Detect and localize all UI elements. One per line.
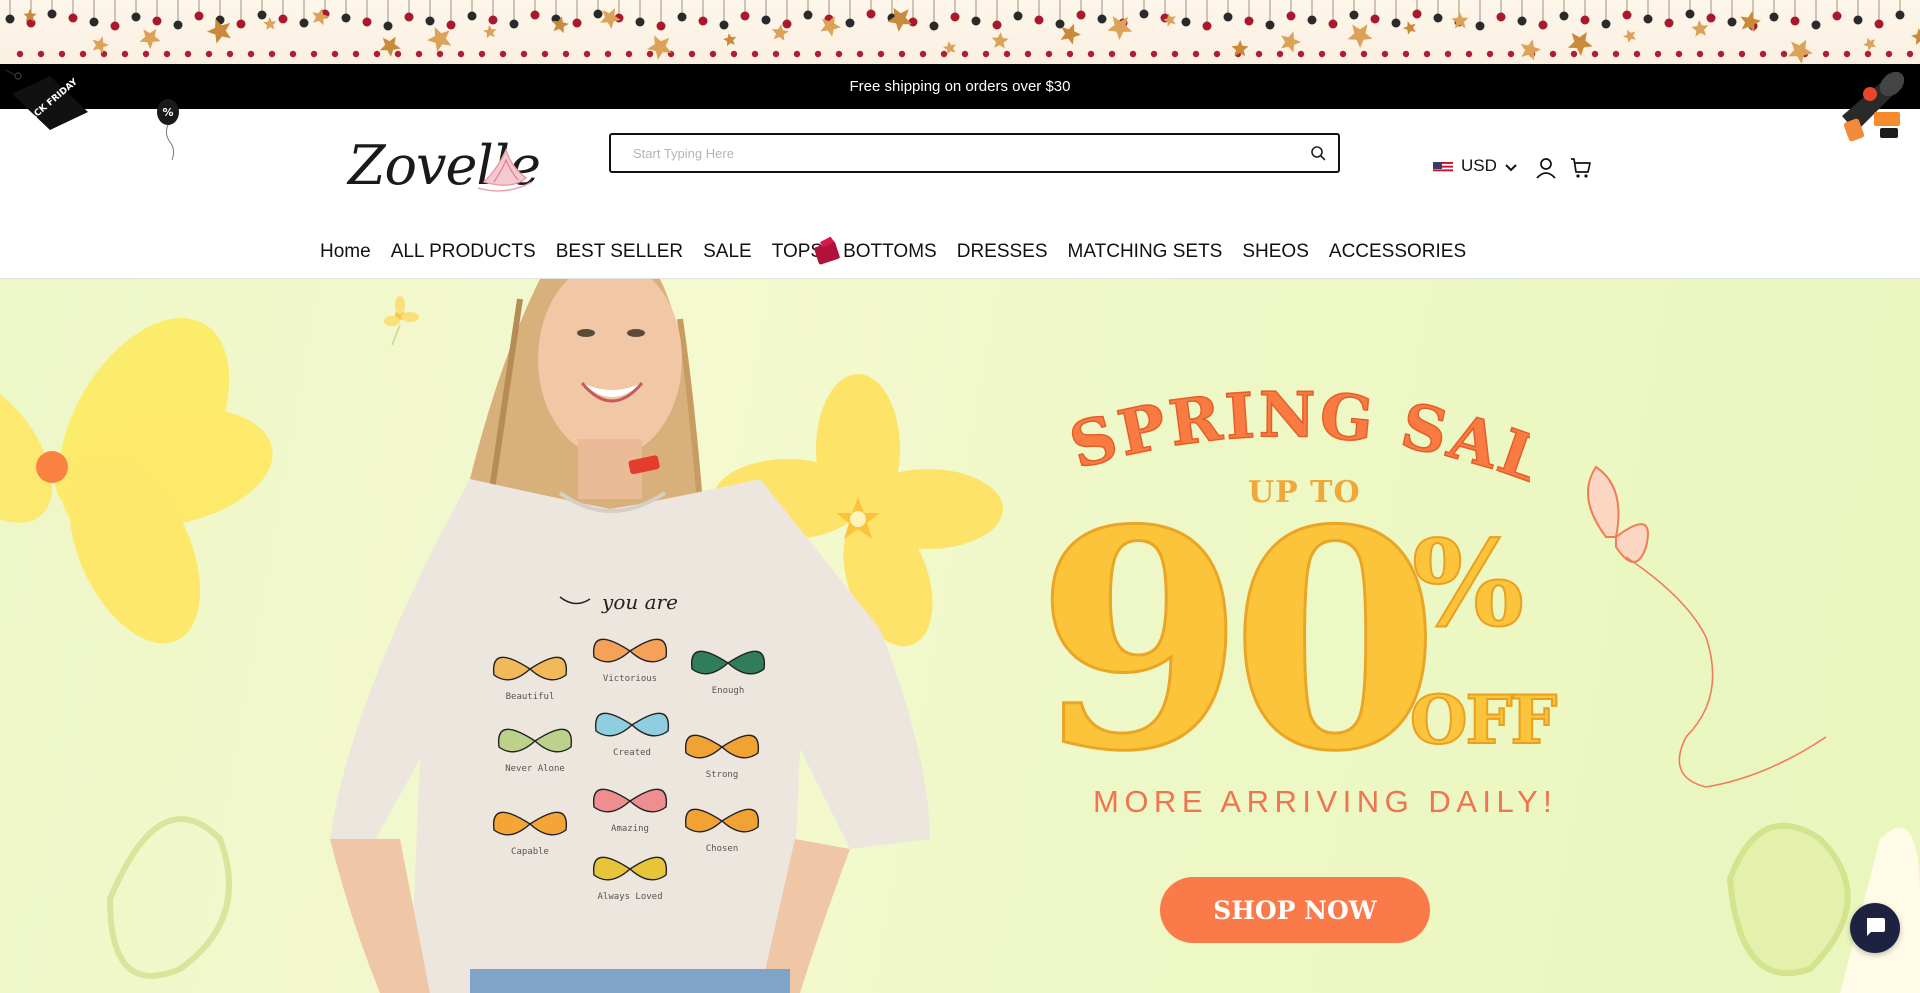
garland-ornaments [5,0,1920,64]
butterfly-word: Chosen [706,844,739,854]
hero-illustration: you are Beautiful Victorious Enough Never A… [0,279,1920,993]
chevron-down-icon [1505,157,1517,176]
festive-garland-banner [0,0,1920,64]
balloon-icon: % [152,98,192,166]
currency-selector[interactable]: USD [1433,156,1517,176]
nav-all-products[interactable]: ALL PRODUCTS [391,241,536,263]
off-text: OFF [1409,681,1558,759]
discount-number: 90 [1034,464,1441,817]
butterfly-word: Victorious [603,674,657,684]
black-friday-tag-icon: BLACK FRIDAY [5,69,90,136]
chat-button[interactable] [1850,903,1900,953]
butterfly-word: Enough [712,686,745,696]
currency-label: USD [1461,156,1497,175]
flower-left-icon [0,318,273,644]
announcement-text: Free shipping on orders over $30 [849,78,1071,95]
nav-accessories[interactable]: ACCESSORIES [1329,241,1466,263]
butterfly-word: Amazing [611,824,649,834]
hero-banner: you are Beautiful Victorious Enough Never A… [0,279,1920,993]
butterfly-word: Capable [511,847,549,857]
search-icon[interactable] [1310,145,1326,161]
nav-dresses[interactable]: DRESSES [957,241,1048,263]
gift-box-icon [812,234,842,270]
shop-now-button[interactable]: SHOP NOW [1160,877,1430,943]
main-nav: Home ALL PRODUCTS BEST SELLER SALE TOPS … [320,238,1466,266]
nav-bottoms[interactable]: BOTTOMS [843,241,937,263]
nav-sheos[interactable]: SHEOS [1242,241,1309,263]
butterfly-word: Never Alone [505,764,565,774]
balloon-label: % [162,106,173,119]
butterfly-word: Strong [706,770,739,780]
butterfly-right-icon [1587,465,1827,788]
announcement-bar: Free shipping on orders over $30 [0,64,1920,109]
search-bar [609,133,1340,173]
more-arriving-text: MORE ARRIVING DAILY! [1093,784,1558,819]
lotus-logo-icon [478,148,533,192]
shirt-lettering: you are [601,590,678,614]
chat-bubble-icon [1863,914,1887,942]
us-flag-icon [1433,160,1453,173]
butterfly-word: Beautiful [506,692,555,702]
butterfly-word: Always Loved [597,892,662,902]
cart-icon[interactable] [1570,157,1592,183]
nav-matching-sets[interactable]: MATCHING SETS [1068,241,1223,263]
percent-sign: % [1411,514,1525,653]
butterfly-word: Created [613,748,651,758]
nav-home[interactable]: Home [320,241,371,263]
nav-sale[interactable]: SALE [703,241,752,263]
small-flower-icon [384,296,419,346]
brand-logo[interactable]: Zovelle [348,132,541,202]
search-input[interactable] [611,135,1291,171]
megaphone-icon [1836,66,1916,154]
account-icon[interactable] [1535,157,1557,183]
nav-best-seller[interactable]: BEST SELLER [556,241,683,263]
